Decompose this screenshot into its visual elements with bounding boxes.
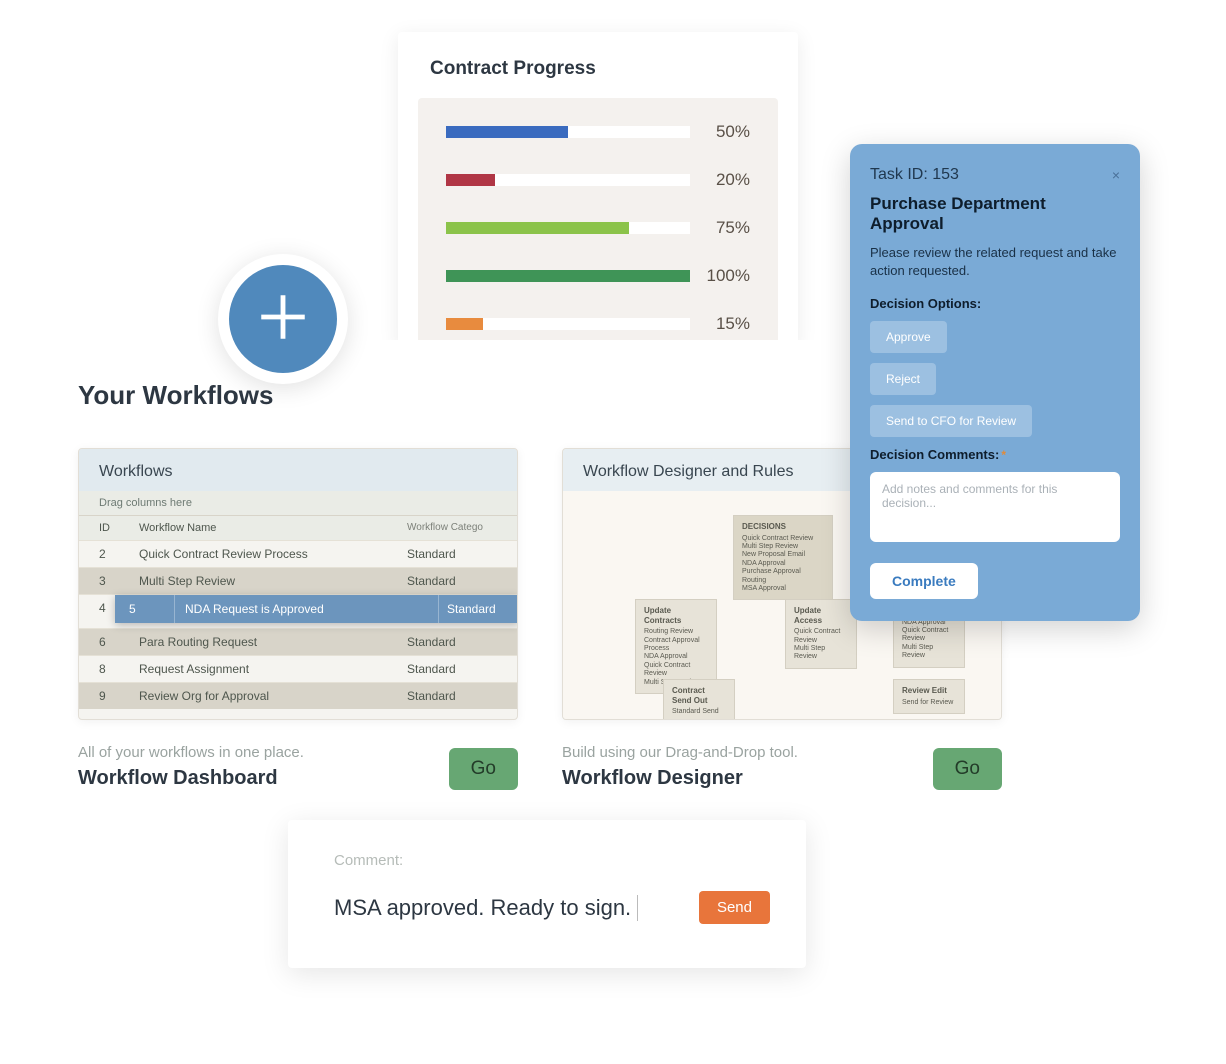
table-row[interactable]: 3Multi Step ReviewStandard bbox=[79, 567, 517, 594]
progress-bar-fill bbox=[446, 174, 495, 186]
cell-id: 3 bbox=[79, 568, 139, 594]
cell-cat: Standard bbox=[407, 683, 517, 709]
cell-cat: Standard bbox=[407, 568, 517, 594]
table-row[interactable]: 8Request AssignmentStandard bbox=[79, 655, 517, 682]
task-title: Purchase Department Approval bbox=[870, 194, 1120, 234]
close-icon[interactable]: × bbox=[1112, 167, 1120, 183]
workflows-card: Workflows Drag columns here ID Workflow … bbox=[78, 448, 518, 790]
workflows-go-button[interactable]: Go bbox=[449, 748, 518, 790]
task-description: Please review the related request and ta… bbox=[870, 244, 1120, 280]
progress-bar-fill bbox=[446, 318, 483, 330]
decision-comments-input[interactable] bbox=[870, 472, 1120, 542]
section-title: Your Workflows bbox=[78, 380, 274, 411]
progress-row: 15% bbox=[446, 314, 750, 334]
designer-node[interactable]: Review EditSend for Review bbox=[893, 679, 965, 714]
decision-comments-label: Decision Comments:* bbox=[870, 447, 1120, 462]
required-icon: * bbox=[1001, 448, 1006, 462]
comment-input[interactable]: MSA approved. Ready to sign. bbox=[334, 895, 638, 921]
comment-card: Comment: MSA approved. Ready to sign. Se… bbox=[288, 820, 806, 968]
dragged-cat: Standard bbox=[439, 595, 518, 623]
task-approval-card: Task ID: 153 × Purchase Department Appro… bbox=[850, 144, 1140, 621]
table-row[interactable]: 9Review Org for ApprovalStandard bbox=[79, 682, 517, 709]
progress-pct: 100% bbox=[690, 266, 750, 286]
workflows-rows: 2Quick Contract Review ProcessStandard3M… bbox=[79, 540, 517, 709]
cell-name: Multi Step Review bbox=[139, 568, 407, 594]
decisions-title: DECISIONS bbox=[742, 522, 824, 532]
add-workflow-button-wrap bbox=[218, 254, 348, 384]
designer-label: Workflow Designer bbox=[562, 767, 798, 790]
table-row[interactable]: 6Para Routing RequestStandard bbox=[79, 628, 517, 655]
progress-row: 75% bbox=[446, 218, 750, 238]
progress-bar-track bbox=[446, 126, 690, 138]
designer-node[interactable]: Update AccessQuick Contract ReviewMulti … bbox=[785, 599, 857, 669]
add-workflow-button[interactable] bbox=[229, 265, 337, 373]
progress-bar-track bbox=[446, 174, 690, 186]
progress-bar-fill bbox=[446, 222, 629, 234]
decision-option-button[interactable]: Approve bbox=[870, 321, 947, 353]
dragged-name: NDA Request is Approved bbox=[175, 595, 439, 623]
decisions-lines: Quick Contract ReviewMulti Step ReviewNe… bbox=[742, 535, 824, 594]
designer-go-button[interactable]: Go bbox=[933, 748, 1002, 790]
task-id: Task ID: 153 bbox=[870, 166, 959, 184]
workflows-dragged-row[interactable]: 5 NDA Request is Approved Standard bbox=[115, 595, 518, 623]
progress-row: 100% bbox=[446, 266, 750, 286]
plus-icon bbox=[254, 288, 312, 351]
progress-bar-track bbox=[446, 270, 690, 282]
cell-name: Quick Contract Review Process bbox=[139, 541, 407, 567]
workflows-label: Workflow Dashboard bbox=[78, 767, 304, 790]
designer-footer: Build using our Drag-and-Drop tool. Work… bbox=[562, 744, 1002, 790]
decision-comments-text: Decision Comments: bbox=[870, 447, 999, 462]
progress-row: 50% bbox=[446, 122, 750, 142]
cell-cat: Standard bbox=[407, 656, 517, 682]
cell-cat: Standard bbox=[407, 541, 517, 567]
drag-columns-hint: Drag columns here bbox=[79, 491, 517, 515]
cell-name: Review Org for Approval bbox=[139, 683, 407, 709]
cell-id: 2 bbox=[79, 541, 139, 567]
progress-row: 20% bbox=[446, 170, 750, 190]
designer-decisions-node[interactable]: DECISIONS Quick Contract ReviewMulti Ste… bbox=[733, 515, 833, 600]
designer-hint: Build using our Drag-and-Drop tool. bbox=[562, 744, 798, 761]
progress-bar-track bbox=[446, 318, 690, 330]
progress-body: 50% 20% 75% 100% 15% bbox=[418, 98, 778, 348]
workflows-hint: All of your workflows in one place. bbox=[78, 744, 304, 761]
cell-cat: Standard bbox=[407, 629, 517, 655]
col-name[interactable]: Workflow Name bbox=[139, 516, 407, 540]
col-id[interactable]: ID bbox=[79, 516, 139, 540]
workflows-panel-title: Workflows bbox=[79, 449, 517, 491]
table-row[interactable]: 2Quick Contract Review ProcessStandard bbox=[79, 540, 517, 567]
complete-button[interactable]: Complete bbox=[870, 563, 978, 599]
cell-name: Request Assignment bbox=[139, 656, 407, 682]
decision-option-button[interactable]: Reject bbox=[870, 363, 936, 395]
decision-options-label: Decision Options: bbox=[870, 296, 1120, 311]
progress-bar-fill bbox=[446, 270, 690, 282]
progress-pct: 15% bbox=[690, 314, 750, 334]
decision-option-button[interactable]: Send to CFO for Review bbox=[870, 405, 1032, 437]
comment-label: Comment: bbox=[334, 852, 770, 869]
progress-bar-track bbox=[446, 222, 690, 234]
progress-pct: 50% bbox=[690, 122, 750, 142]
col-category[interactable]: Workflow Catego bbox=[407, 516, 517, 540]
cell-name: Para Routing Request bbox=[139, 629, 407, 655]
send-button[interactable]: Send bbox=[699, 891, 770, 924]
designer-node[interactable]: Contract Send OutStandard Send bbox=[663, 679, 735, 720]
cell-id: 6 bbox=[79, 629, 139, 655]
cell-id: 9 bbox=[79, 683, 139, 709]
progress-pct: 20% bbox=[690, 170, 750, 190]
dragged-id: 5 bbox=[115, 595, 175, 623]
progress-bar-fill bbox=[446, 126, 568, 138]
contract-progress-card: Contract Progress 50% 20% 75% 100% 15% bbox=[398, 32, 798, 348]
workflows-table-head: ID Workflow Name Workflow Catego bbox=[79, 515, 517, 540]
workflows-footer: All of your workflows in one place. Work… bbox=[78, 744, 518, 790]
decision-options: Approve Reject Send to CFO for Review bbox=[870, 321, 1120, 447]
cell-id: 8 bbox=[79, 656, 139, 682]
workflows-panel: Workflows Drag columns here ID Workflow … bbox=[78, 448, 518, 720]
contract-progress-title: Contract Progress bbox=[398, 58, 798, 98]
progress-pct: 75% bbox=[690, 218, 750, 238]
